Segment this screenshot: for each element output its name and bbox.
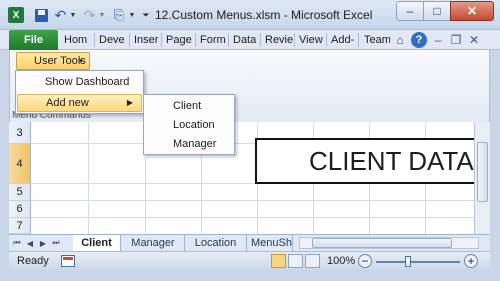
zoom-slider-thumb[interactable]: [405, 256, 411, 267]
prev-sheet-icon[interactable]: ◀: [25, 237, 35, 249]
window-title: 12.Custom Menus.xlsm - Microsoft Excel: [155, 8, 373, 22]
row-header[interactable]: 7: [9, 218, 31, 234]
user-tools-menu: Show Dashboard Add new ▶: [15, 70, 144, 114]
normal-view-icon[interactable]: [271, 254, 286, 268]
submenu-item-client[interactable]: Client: [145, 97, 233, 115]
next-sheet-icon[interactable]: ▶: [38, 237, 48, 249]
zoom-level[interactable]: 100%: [327, 255, 355, 267]
menu-item-add-new[interactable]: Add new ▶: [17, 94, 142, 112]
chevron-down-icon: ▼: [78, 59, 84, 65]
macro-record-icon[interactable]: [61, 255, 75, 267]
tab-home[interactable]: Hom: [60, 30, 94, 50]
page-layout-view-icon[interactable]: [288, 254, 303, 268]
zoom-slider[interactable]: [376, 261, 460, 263]
add-new-submenu: Client Location Manager: [143, 94, 235, 155]
status-bar: Ready 100% − +: [9, 251, 490, 270]
client-data-banner: CLIENT DATA: [255, 138, 474, 184]
sheet-tab-client[interactable]: Client: [73, 235, 121, 251]
page-break-view-icon[interactable]: [305, 254, 320, 268]
first-sheet-icon[interactable]: ⏮: [12, 237, 22, 249]
maximize-button[interactable]: □: [423, 1, 451, 21]
minimize-button[interactable]: –: [396, 1, 424, 21]
undo-icon[interactable]: ↶: [53, 7, 68, 23]
title-bar: X ↶ ▼ ↷ ▼ ⎘ ▼ ⏷ 12.Custom Menus.xlsm - M…: [0, 0, 500, 30]
chevron-right-icon: ▶: [126, 98, 133, 107]
workbook-minimize-icon[interactable]: –: [431, 32, 445, 48]
status-text: Ready: [17, 255, 49, 267]
last-sheet-icon[interactable]: ⏭: [51, 237, 61, 249]
redo-icon[interactable]: ↷: [82, 7, 97, 23]
workbook-restore-icon[interactable]: ❐: [449, 32, 463, 48]
tab-file[interactable]: File: [9, 30, 58, 50]
vertical-scrollbar[interactable]: [474, 122, 490, 234]
tab-formulas[interactable]: Form: [196, 30, 228, 50]
row-header[interactable]: 6: [9, 201, 31, 218]
tab-page-layout[interactable]: Page: [162, 30, 195, 50]
custom-command-dropdown-icon[interactable]: ▼: [128, 7, 136, 23]
horizontal-scroll-thumb[interactable]: [312, 238, 452, 248]
vertical-scroll-thumb[interactable]: [477, 142, 488, 202]
horizontal-scrollbar[interactable]: [299, 237, 479, 249]
tab-add-ins[interactable]: Add-: [327, 30, 358, 50]
zoom-in-button[interactable]: +: [464, 254, 478, 268]
submenu-item-location[interactable]: Location: [145, 116, 233, 134]
tab-view[interactable]: View: [295, 30, 326, 50]
undo-dropdown-icon[interactable]: ▼: [69, 7, 77, 23]
sheet-tab-location[interactable]: Location: [185, 235, 247, 251]
tab-data[interactable]: Data: [229, 30, 260, 50]
tab-review[interactable]: Revie: [261, 30, 294, 50]
ribbon-minimize-icon[interactable]: ⌂: [393, 32, 407, 48]
worksheet-grid[interactable]: 3 4 5 6 7 CLIENT DATA: [9, 122, 474, 234]
sheet-tab-menusheet[interactable]: MenuSh: [247, 235, 293, 251]
user-tools-button[interactable]: User Tools ▼: [16, 52, 90, 70]
menu-item-show-dashboard[interactable]: Show Dashboard: [17, 73, 142, 91]
sheet-tab-bar: ⏮ ◀ ▶ ⏭ Client Manager Location MenuSh: [9, 234, 490, 251]
save-icon[interactable]: [34, 7, 49, 23]
close-button[interactable]: ✕: [450, 1, 494, 21]
sheet-tab-manager[interactable]: Manager: [122, 235, 185, 251]
zoom-out-button[interactable]: −: [358, 254, 372, 268]
row-header-active[interactable]: 4: [9, 144, 31, 184]
tab-developer[interactable]: Deve: [95, 30, 129, 50]
tab-insert[interactable]: Inser: [130, 30, 161, 50]
submenu-item-manager[interactable]: Manager: [145, 135, 233, 153]
custom-command-icon[interactable]: ⎘: [110, 7, 128, 23]
workbook-close-icon[interactable]: ✕: [467, 32, 481, 48]
excel-logo-icon[interactable]: X: [8, 7, 24, 23]
tab-team[interactable]: Team: [359, 30, 391, 50]
customize-qat-icon[interactable]: ⏷: [141, 7, 151, 23]
help-icon[interactable]: ?: [411, 32, 427, 48]
ribbon-tab-row: File Hom Deve Inser Page Form Data Revie…: [0, 30, 500, 50]
menu-item-label: Add new: [46, 97, 89, 109]
row-header[interactable]: 5: [9, 184, 31, 201]
redo-dropdown-icon[interactable]: ▼: [98, 7, 106, 23]
row-header[interactable]: 3: [9, 122, 31, 144]
